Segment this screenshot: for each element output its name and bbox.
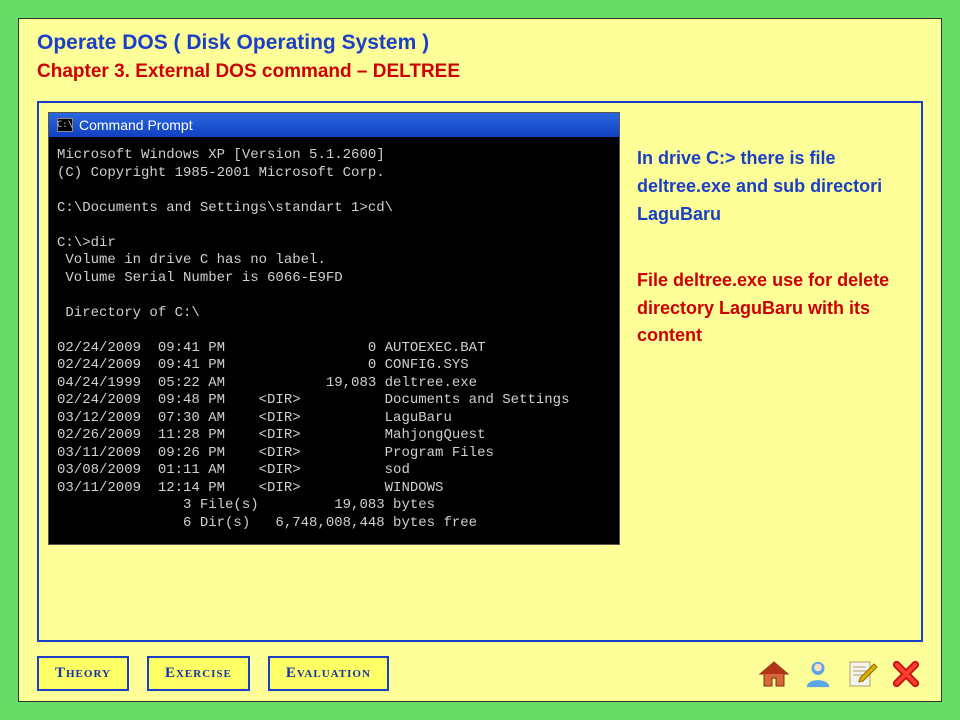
chapter-title: Chapter 3. External DOS command – DELTRE… [37, 61, 923, 83]
command-prompt-output: Microsoft Windows XP [Version 5.1.2600] … [49, 137, 619, 544]
command-prompt-window: C:\ Command Prompt Microsoft Windows XP … [49, 113, 619, 544]
close-icon[interactable] [889, 657, 923, 691]
explanation-text-1: In drive C:> there is file deltree.exe a… [637, 145, 911, 229]
page-title: Operate DOS ( Disk Operating System ) [37, 31, 923, 55]
exercise-button[interactable]: Exercise [147, 656, 250, 691]
page-card: Operate DOS ( Disk Operating System ) Ch… [18, 18, 942, 702]
edit-icon[interactable] [845, 657, 879, 691]
user-icon[interactable] [801, 657, 835, 691]
window-title-text: Command Prompt [79, 117, 193, 133]
toolbar-icons [757, 657, 923, 691]
home-icon[interactable] [757, 657, 791, 691]
window-titlebar: C:\ Command Prompt [49, 113, 619, 137]
cmd-icon: C:\ [57, 118, 73, 132]
explanation-panel: In drive C:> there is file deltree.exe a… [637, 113, 911, 350]
evaluation-button[interactable]: Evaluation [268, 656, 389, 691]
theory-button[interactable]: Theory [37, 656, 129, 691]
bottom-bar: Theory Exercise Evaluation [37, 656, 923, 691]
explanation-text-2: File deltree.exe use for delete director… [637, 267, 911, 351]
content-panel: C:\ Command Prompt Microsoft Windows XP … [37, 101, 923, 642]
